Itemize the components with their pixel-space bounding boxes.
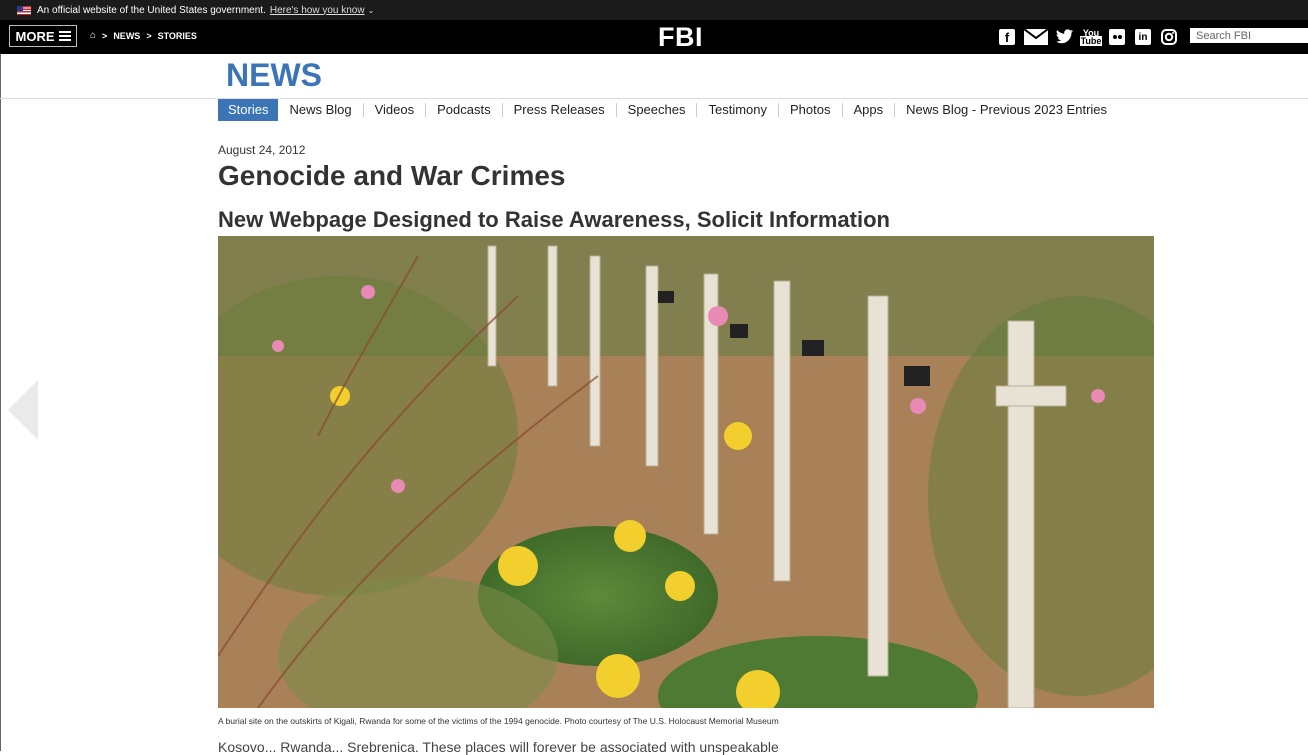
instagram-icon[interactable] <box>1160 28 1178 46</box>
facebook-icon[interactable]: f <box>998 28 1016 46</box>
chevron-down-icon[interactable]: ⌄ <box>368 6 375 15</box>
previous-arrow-icon[interactable] <box>8 380 38 440</box>
tab-testimony[interactable]: Testimony <box>696 103 778 117</box>
gov-banner-text: An official website of the United States… <box>37 4 266 16</box>
page-left-border <box>0 54 1 751</box>
breadcrumb-separator: > <box>102 30 108 41</box>
gov-banner: An official website of the United States… <box>0 0 1308 20</box>
linkedin-icon[interactable]: in <box>1134 28 1152 46</box>
breadcrumb-stories[interactable]: STORIES <box>158 31 197 41</box>
flickr-icon[interactable] <box>1108 28 1126 46</box>
youtube-icon[interactable]: You Tube <box>1079 28 1103 46</box>
tab-press-releases[interactable]: Press Releases <box>501 103 616 117</box>
home-icon[interactable]: ⌂ <box>90 30 96 41</box>
tab-photos[interactable]: Photos <box>778 103 841 117</box>
tab-videos[interactable]: Videos <box>362 103 426 117</box>
us-flag-icon <box>17 5 31 15</box>
article-title: Genocide and War Crimes <box>218 160 566 191</box>
top-navigation-bar: MORE ⌂ > NEWS > STORIES FBI f You Tube in <box>0 20 1308 54</box>
search-input[interactable] <box>1190 28 1308 43</box>
section-subnav: Stories News Blog Videos Podcasts Press … <box>218 99 1118 121</box>
photo-caption: A burial site on the outskirts of Kigali… <box>218 716 779 726</box>
more-menu-button[interactable]: MORE <box>9 25 77 47</box>
article-date: August 24, 2012 <box>218 143 306 157</box>
article-photo <box>218 236 1154 708</box>
article-subtitle: New Webpage Designed to Raise Awareness,… <box>218 207 890 232</box>
tab-apps[interactable]: Apps <box>841 103 895 117</box>
social-links: f You Tube in <box>998 28 1178 46</box>
email-icon[interactable] <box>1024 28 1048 46</box>
tab-stories[interactable]: Stories <box>218 99 279 121</box>
breadcrumb-separator: > <box>146 30 152 41</box>
gov-banner-link[interactable]: Here's how you know <box>270 5 365 16</box>
article-body-start: Kosovo... Rwanda... Srebrenica. These pl… <box>218 739 779 755</box>
tab-news-blog-previous[interactable]: News Blog - Previous 2023 Entries <box>894 103 1118 117</box>
hamburger-icon <box>58 31 71 41</box>
tab-news-blog[interactable]: News Blog <box>278 103 362 117</box>
breadcrumb-news[interactable]: NEWS <box>113 31 140 41</box>
breadcrumb: ⌂ > NEWS > STORIES <box>90 30 197 41</box>
fbi-logo[interactable]: FBI <box>658 22 703 53</box>
tab-speeches[interactable]: Speeches <box>615 103 697 117</box>
section-title: NEWS <box>226 57 322 93</box>
more-label: MORE <box>15 28 55 44</box>
burial-site-photo-illustration <box>218 236 1154 708</box>
twitter-icon[interactable] <box>1056 28 1074 46</box>
tab-podcasts[interactable]: Podcasts <box>425 103 501 117</box>
